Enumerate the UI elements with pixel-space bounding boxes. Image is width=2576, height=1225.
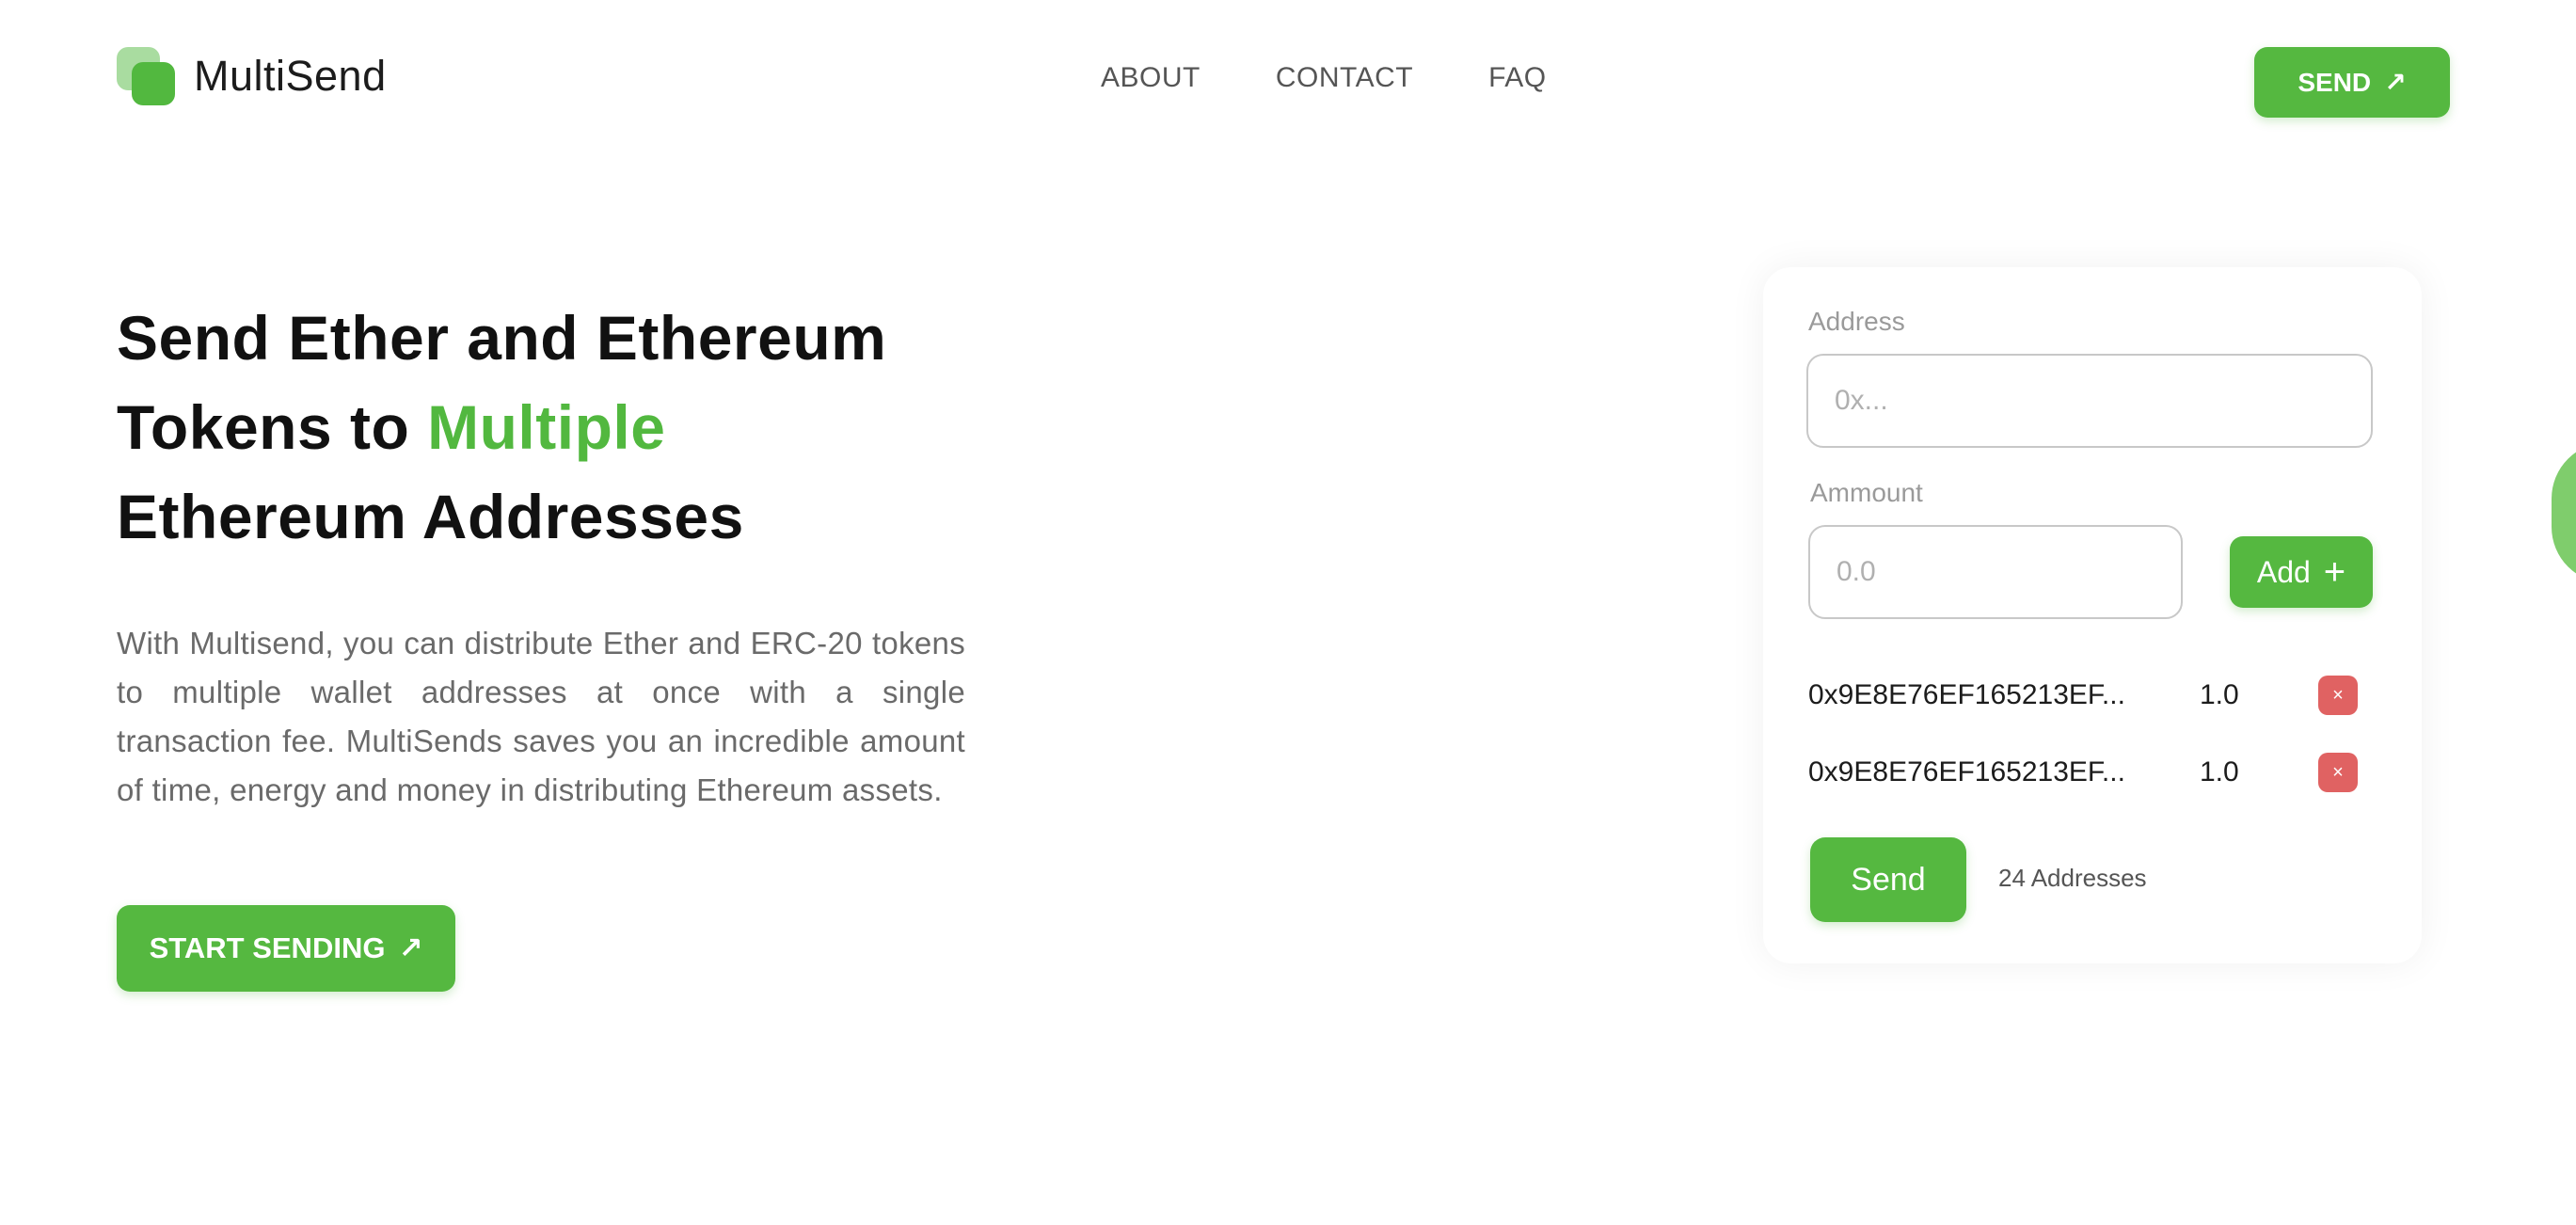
amount-input[interactable] [1808,525,2183,619]
add-label: Add [2256,554,2311,589]
arrow-up-right-icon: ↗ [2384,68,2407,97]
plus-icon: + [2323,551,2346,593]
recipient-row: 0x9E8E76EF165213EF... 1.0 × [1808,672,2377,719]
header-send-label: SEND [2298,67,2372,97]
recipient-amount: 1.0 [2200,756,2239,788]
decorative-blob [2552,442,2576,583]
start-sending-button[interactable]: START SENDING ↗ [117,905,455,992]
logo-icon [117,47,175,105]
add-recipient-button[interactable]: Add + [2230,536,2373,608]
amount-label: Ammount [1810,478,1923,507]
hero-title: Send Ether and Ethereum Tokens to Multip… [117,294,1039,562]
send-button[interactable]: Send [1810,837,1966,922]
recipient-row: 0x9E8E76EF165213EF... 1.0 × [1808,749,2377,796]
address-input[interactable] [1806,354,2373,448]
brand-name: MultiSend [194,52,387,100]
hero-title-part2: Ethereum Addresses [117,482,744,551]
main-nav: ABOUT CONTACT FAQ [1101,62,1547,94]
remove-recipient-icon[interactable]: × [2318,676,2358,715]
nav-about-link[interactable]: ABOUT [1101,62,1201,94]
header-send-button[interactable]: SEND ↗ [2254,47,2450,118]
arrow-up-right-icon: ↗ [398,931,423,964]
address-label: Address [1808,307,1905,336]
remove-recipient-icon[interactable]: × [2318,753,2358,792]
recipient-address: 0x9E8E76EF165213EF... [1808,679,2125,710]
multisend-form-card: Address Ammount Add + 0x9E8E76EF165213EF… [1763,267,2422,963]
recipient-address: 0x9E8E76EF165213EF... [1808,756,2125,788]
hero-title-accent: Multiple [427,392,666,462]
nav-faq-link[interactable]: FAQ [1488,62,1547,94]
brand-logo[interactable]: MultiSend [117,47,387,105]
recipient-amount: 1.0 [2200,679,2239,710]
start-sending-label: START SENDING [149,931,386,964]
hero-description: With Multisend, you can distribute Ether… [117,626,965,807]
nav-contact-link[interactable]: CONTACT [1276,62,1413,94]
address-count: 24 Addresses [1998,864,2147,892]
